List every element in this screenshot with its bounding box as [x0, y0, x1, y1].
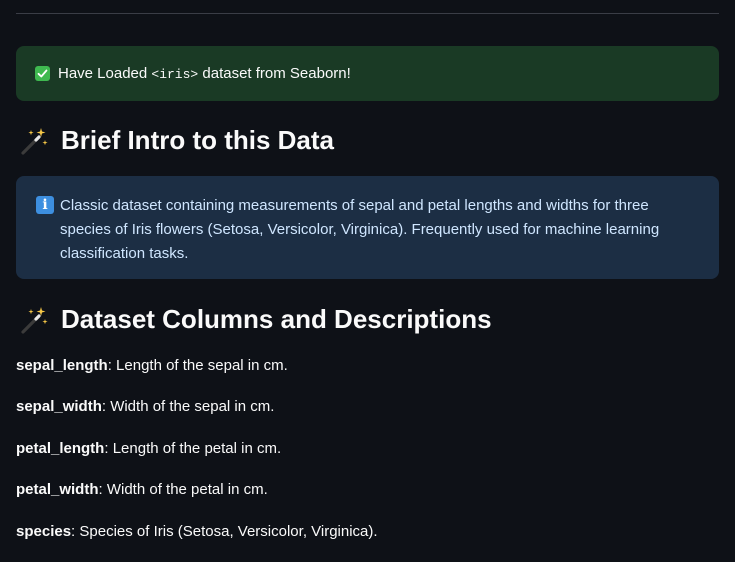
success-message: Have Loaded <iris> dataset from Seaborn!: [58, 65, 351, 82]
dataset-code: <iris>: [151, 67, 199, 82]
column-name: petal_width: [16, 481, 99, 498]
top-divider: [16, 13, 719, 14]
column-name: sepal_width: [16, 398, 102, 415]
column-desc: : Species of Iris (Setosa, Versicolor, V…: [71, 523, 378, 540]
column-description-sepal-width: sepal_width: Width of the sepal in cm.: [16, 398, 274, 415]
info-icon: i: [36, 196, 54, 214]
column-description-petal-width: petal_width: Width of the petal in cm.: [16, 481, 268, 498]
column-desc: : Width of the petal in cm.: [98, 481, 268, 498]
columns-heading: Dataset Columns and Descriptions: [19, 304, 492, 335]
info-alert: i Classic dataset containing measurement…: [16, 176, 719, 279]
success-suffix: dataset from Seaborn!: [198, 65, 351, 82]
success-alert: Have Loaded <iris> dataset from Seaborn!: [16, 46, 719, 101]
column-desc: : Length of the petal in cm.: [104, 440, 282, 457]
column-desc: : Width of the sepal in cm.: [101, 398, 275, 415]
success-prefix: Have Loaded: [58, 65, 152, 82]
column-description-species: species: Species of Iris (Setosa, Versic…: [16, 523, 378, 540]
column-name: sepal_length: [16, 357, 108, 374]
magic-wand-icon: [21, 127, 48, 155]
column-name: petal_length: [16, 440, 105, 457]
column-name: species: [16, 523, 72, 540]
column-description-petal-length: petal_length: Length of the petal in cm.: [16, 440, 281, 457]
column-description-sepal-length: sepal_length: Length of the sepal in cm.: [16, 357, 288, 374]
intro-heading-text: Brief Intro to this Data: [61, 125, 335, 155]
column-desc: : Length of the sepal in cm.: [107, 357, 288, 374]
check-box-icon: [35, 66, 50, 81]
info-text: Classic dataset containing measurements …: [60, 197, 660, 262]
magic-wand-icon: [21, 306, 48, 334]
columns-heading-text: Dataset Columns and Descriptions: [61, 304, 492, 334]
intro-heading: Brief Intro to this Data: [19, 125, 334, 156]
